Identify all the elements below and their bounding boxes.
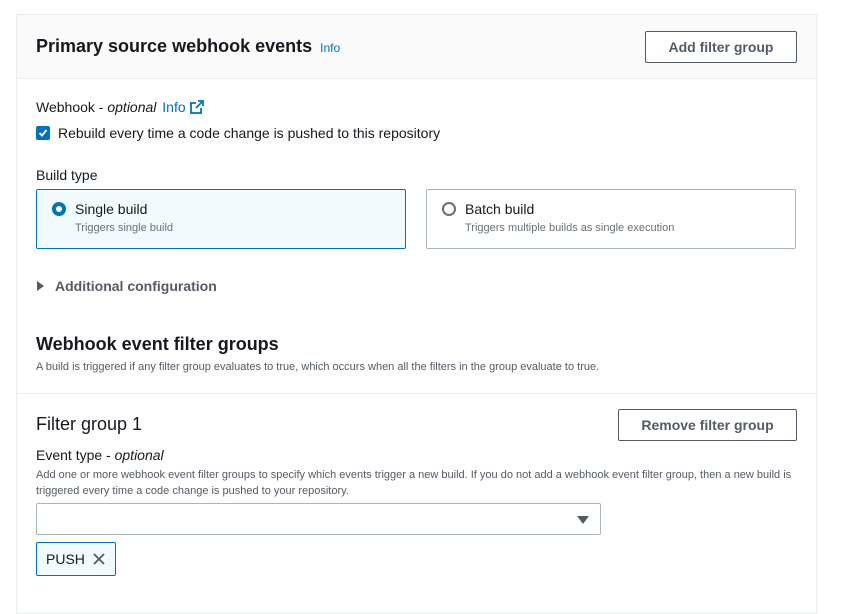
batch-build-tile[interactable]: Batch build Triggers multiple builds as … <box>426 189 796 249</box>
webhook-info-link[interactable]: Info <box>162 99 185 115</box>
header-info-link[interactable]: Info <box>320 41 340 55</box>
additional-configuration-label: Additional configuration <box>55 278 217 294</box>
event-type-optional: optional <box>114 447 164 463</box>
webhook-label: Webhook - optional Info <box>36 99 204 115</box>
filter-groups-section-description: A build is triggered if any filter group… <box>36 361 600 373</box>
panel-title: Primary source webhook events Info <box>36 36 340 57</box>
external-link-icon[interactable] <box>189 100 204 114</box>
event-token-push: PUSH <box>36 542 116 576</box>
rebuild-checkbox-row[interactable]: Rebuild every time a code change is push… <box>36 125 440 141</box>
add-filter-group-button[interactable]: Add filter group <box>645 31 797 63</box>
checkmark-icon <box>38 129 48 137</box>
batch-build-title: Batch build <box>465 201 535 217</box>
event-type-label: Event type - optional <box>36 447 164 463</box>
batch-build-description: Triggers multiple builds as single execu… <box>465 222 675 234</box>
panel-header: Primary source webhook events Info Add fi… <box>17 15 816 79</box>
caret-right-icon <box>37 281 44 291</box>
webhook-label-separator: - <box>94 99 108 115</box>
additional-configuration-expander[interactable]: Additional configuration <box>37 278 217 294</box>
event-type-label-separator: - <box>102 447 115 463</box>
webhook-events-panel: Primary source webhook events Info Add fi… <box>16 14 817 614</box>
rebuild-checkbox[interactable] <box>36 126 50 140</box>
filter-group-title: Filter group 1 <box>36 414 143 434</box>
batch-build-radio[interactable] <box>442 202 456 216</box>
webhook-optional: optional <box>107 99 157 115</box>
build-type-label: Build type <box>36 167 98 183</box>
panel-title-text: Primary source webhook events <box>36 36 313 56</box>
event-type-label-text: Event type <box>36 447 103 463</box>
event-type-select[interactable] <box>36 503 601 535</box>
remove-filter-group-button[interactable]: Remove filter group <box>618 409 797 441</box>
divider <box>17 393 816 394</box>
single-build-title: Single build <box>75 201 148 217</box>
filter-groups-section-title: Webhook event filter groups <box>36 334 279 354</box>
single-build-description: Triggers single build <box>75 222 174 234</box>
event-type-description: Add one or more webhook event filter gro… <box>36 469 792 497</box>
webhook-label-text: Webhook <box>36 99 95 115</box>
single-build-tile[interactable]: Single build Triggers single build <box>36 189 406 249</box>
single-build-radio[interactable] <box>52 202 66 216</box>
caret-down-icon <box>577 516 589 524</box>
close-icon[interactable] <box>92 552 106 566</box>
rebuild-checkbox-label: Rebuild every time a code change is push… <box>58 125 441 141</box>
event-token-label: PUSH <box>46 551 85 567</box>
